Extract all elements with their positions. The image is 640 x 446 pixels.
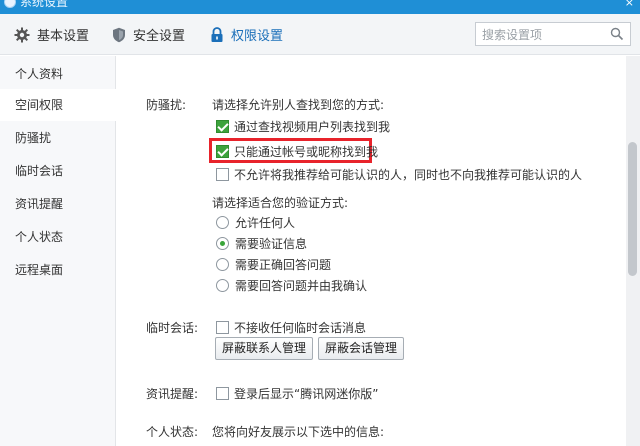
search-icon[interactable] — [610, 27, 624, 41]
verify-need-info-label: 需要验证信息 — [235, 237, 308, 251]
reject-temp-session-option[interactable]: 不接收任何临时会话消息 — [216, 319, 366, 336]
settings-search-box[interactable] — [475, 22, 631, 46]
find-by-video-list-option[interactable]: 通过查找视频用户列表找到我 — [216, 118, 390, 135]
verify-need-info-radio[interactable] — [216, 237, 229, 250]
personal-status-prompt: 您将向好友展示以下选中的信息: — [212, 425, 385, 439]
anti-harass-label: 防骚扰: — [146, 98, 187, 112]
no-recommend-checkbox[interactable] — [216, 168, 229, 181]
sidebar-item-news-reminder[interactable]: 资讯提醒 — [0, 188, 116, 220]
verify-answer-confirm-option[interactable]: 需要回答问题并由我确认 — [216, 277, 367, 294]
block-sessions-button[interactable]: 屏蔽会话管理 — [318, 337, 405, 360]
tab-basic-settings-label: 基本设置 — [37, 29, 90, 44]
scrollbar-thumb[interactable] — [628, 142, 637, 276]
verify-allow-anyone-option[interactable]: 允许任何人 — [216, 214, 295, 231]
sidebar-item-space-permission[interactable]: 空间权限 — [0, 89, 117, 121]
lock-icon — [211, 26, 223, 42]
find-by-account-only-checkbox[interactable] — [216, 145, 229, 158]
sidebar: 个人资料 空间权限 防骚扰 临时会话 资讯提醒 个人状态 远程桌面 — [0, 56, 117, 446]
sidebar-item-temp-session[interactable]: 临时会话 — [0, 155, 116, 187]
sidebar-item-anti-harass[interactable]: 防骚扰 — [0, 122, 116, 154]
sidebar-item-personal-status[interactable]: 个人状态 — [0, 221, 116, 253]
find-by-video-list-checkbox[interactable] — [216, 120, 229, 133]
find-method-prompt: 请选择允许别人查找到您的方式: — [212, 98, 385, 112]
personal-status-label: 个人状态: — [146, 425, 199, 439]
gear-icon — [14, 27, 30, 42]
verify-answer-confirm-label: 需要回答问题并由我确认 — [235, 279, 368, 293]
find-by-account-only-label: 只能通过帐号或昵称找到我 — [234, 145, 379, 159]
settings-content: 防骚扰: 请选择允许别人查找到您的方式: 通过查找视频用户列表找到我 只能通过帐… — [116, 56, 626, 446]
tab-basic-settings[interactable]: 基本设置 — [14, 14, 89, 55]
verify-answer-confirm-radio[interactable] — [216, 279, 229, 292]
verify-correct-answer-label: 需要正确回答问题 — [235, 258, 332, 272]
find-by-video-list-label: 通过查找视频用户列表找到我 — [234, 120, 391, 134]
sidebar-item-remote-desktop[interactable]: 远程桌面 — [0, 254, 116, 286]
tab-security-settings[interactable]: 安全设置 — [112, 14, 185, 55]
verify-allow-anyone-radio[interactable] — [216, 216, 229, 229]
app-icon — [4, 0, 16, 8]
no-recommend-option[interactable]: 不允许将我推荐给可能认识的人，同时也不向我推荐可能认识的人 — [216, 166, 582, 183]
no-recommend-label: 不允许将我推荐给可能认识的人，同时也不向我推荐可能认识的人 — [234, 168, 583, 182]
shield-icon — [113, 27, 125, 42]
reject-temp-session-checkbox[interactable] — [216, 321, 229, 334]
temp-session-label: 临时会话: — [146, 321, 199, 335]
show-mini-news-option[interactable]: 登录后显示“腾讯网迷你版” — [216, 385, 378, 402]
tab-permission-settings[interactable]: 权限设置 — [210, 14, 283, 55]
title-bar: 系统设置 × — [0, 0, 640, 14]
reject-temp-session-label: 不接收任何临时会话消息 — [234, 321, 367, 335]
news-reminder-label: 资讯提醒: — [146, 387, 199, 401]
find-by-account-only-option[interactable]: 只能通过帐号或昵称找到我 — [216, 143, 378, 160]
verify-method-prompt: 请选择适合您的验证方式: — [212, 196, 349, 210]
window-title: 系统设置 — [20, 0, 69, 9]
close-icon[interactable]: × — [625, 0, 634, 9]
show-mini-news-checkbox[interactable] — [216, 387, 229, 400]
search-input[interactable] — [482, 26, 604, 43]
verify-correct-answer-option[interactable]: 需要正确回答问题 — [216, 256, 331, 273]
tab-security-settings-label: 安全设置 — [133, 29, 186, 44]
tab-permission-settings-label: 权限设置 — [231, 29, 284, 44]
block-contacts-button[interactable]: 屏蔽联系人管理 — [215, 337, 314, 360]
verify-allow-anyone-label: 允许任何人 — [235, 216, 296, 230]
sidebar-item-profile[interactable]: 个人资料 — [0, 58, 116, 90]
show-mini-news-label: 登录后显示“腾讯网迷你版” — [234, 387, 379, 401]
verify-correct-answer-radio[interactable] — [216, 258, 229, 271]
verify-need-info-option[interactable]: 需要验证信息 — [216, 235, 307, 252]
